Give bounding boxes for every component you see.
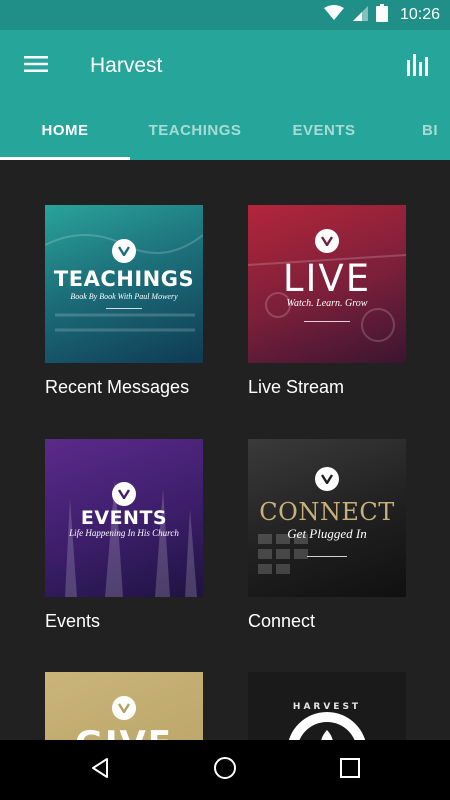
card-image-title: TEACHINGS: [53, 267, 195, 291]
tab-bar: HOME TEACHINGS EVENTS BI: [0, 102, 450, 160]
tab-bible[interactable]: BI: [422, 102, 450, 160]
home-circle-icon: [213, 756, 237, 785]
home-button[interactable]: [203, 748, 247, 792]
card-image-title: EVENTS: [80, 507, 168, 529]
back-triangle-icon: [89, 757, 111, 784]
card-harvest[interactable]: HARVEST: [248, 672, 406, 740]
card-divider: [307, 556, 347, 557]
home-grid: TEACHINGS Book By Book With Paul Mowery …: [0, 160, 450, 740]
card-image-title: HARVEST: [292, 702, 362, 712]
system-nav-bar: [0, 740, 450, 800]
cellular-signal-icon: [352, 5, 368, 26]
card-label: Live Stream: [248, 377, 345, 397]
harvest-v-logo-icon: [315, 229, 339, 253]
card-image-title: GIVE: [45, 724, 203, 740]
card-image-subtitle: Watch. Learn. Grow: [286, 298, 368, 309]
battery-icon: [375, 3, 388, 27]
card-label: Connect: [248, 611, 316, 631]
status-bar: 10:26: [0, 0, 450, 30]
card-events[interactable]: EVENTS Life Happening In His Church Even…: [45, 439, 203, 632]
harvest-v-logo-icon: [112, 696, 136, 720]
card-image-title: CONNECT: [259, 498, 395, 526]
app-title: Harvest: [90, 54, 163, 77]
card-label: Recent Messages: [45, 377, 190, 397]
card-image-subtitle: Book By Book With Paul Mowery: [70, 292, 178, 301]
tab-events[interactable]: EVENTS: [260, 102, 388, 160]
connect-image: CONNECT Get Plugged In: [248, 439, 406, 597]
back-button[interactable]: [78, 748, 122, 792]
card-divider: [106, 308, 142, 309]
give-image: GIVE: [45, 672, 203, 740]
harvest-v-logo-icon: [315, 467, 339, 491]
bar-chart-icon: [406, 52, 430, 81]
hamburger-menu-icon: [24, 55, 48, 78]
harvest-v-logo-icon: [112, 239, 136, 263]
tab-home[interactable]: HOME: [0, 102, 130, 160]
wifi-icon: [323, 4, 344, 26]
card-recent-messages[interactable]: TEACHINGS Book By Book With Paul Mowery …: [45, 205, 203, 398]
card-give[interactable]: GIVE: [45, 672, 203, 740]
harvest-v-logo-icon: [112, 482, 136, 506]
card-connect[interactable]: CONNECT Get Plugged In Connect: [248, 439, 406, 632]
card-live-stream[interactable]: LIVE Watch. Learn. Grow Live Stream: [248, 205, 406, 398]
live-image: LIVE Watch. Learn. Grow: [248, 205, 406, 363]
events-image: EVENTS Life Happening In His Church: [45, 439, 203, 597]
status-time: 10:26: [399, 6, 440, 23]
status-icons: 10:26: [323, 0, 440, 30]
app-bar: Harvest: [0, 30, 450, 102]
teachings-image: TEACHINGS Book By Book With Paul Mowery: [45, 205, 203, 363]
recents-square-icon: [339, 757, 361, 784]
card-divider: [304, 321, 350, 322]
audio-player-button[interactable]: [396, 44, 440, 88]
card-image-subtitle: Get Plugged In: [287, 526, 367, 541]
harvest-image: HARVEST: [248, 672, 406, 740]
tab-teachings[interactable]: TEACHINGS: [130, 102, 260, 160]
recents-button[interactable]: [328, 748, 372, 792]
menu-button[interactable]: [14, 44, 58, 88]
card-label: Events: [45, 611, 101, 631]
card-image-title: LIVE: [282, 257, 372, 300]
card-image-subtitle: Life Happening In His Church: [69, 528, 179, 538]
